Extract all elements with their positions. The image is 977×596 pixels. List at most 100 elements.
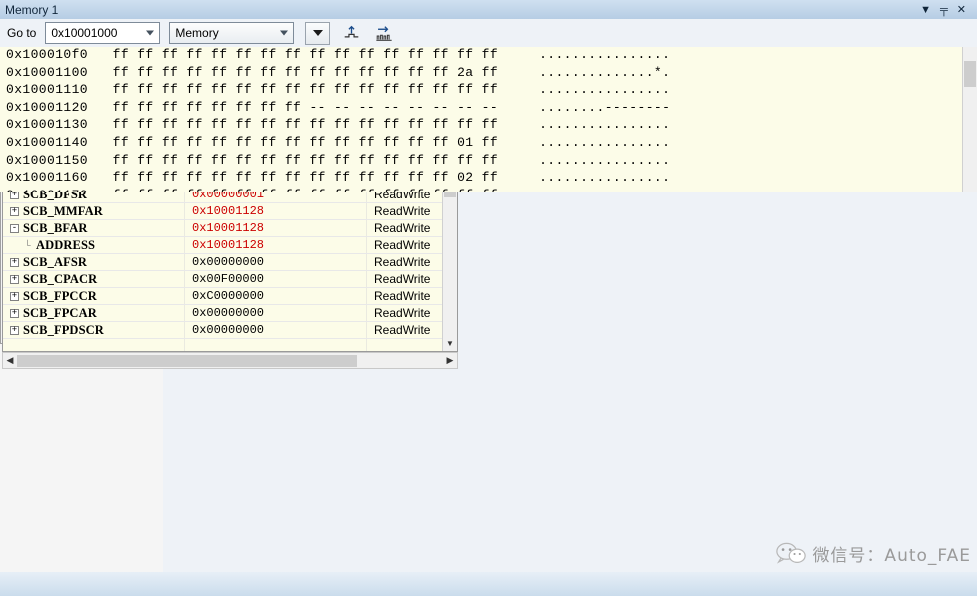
memory-type-combo[interactable]: Memory [169,22,294,44]
chevron-down-icon [280,31,288,36]
register-row[interactable]: -SCB_BFAR 0x10001128 ReadWrite [3,220,457,237]
expand-icon[interactable]: + [10,207,19,216]
memory-fill-button[interactable] [371,22,396,45]
register-value-cell[interactable]: 0x00000000 [185,322,367,338]
register-name: ADDRESS [36,238,95,253]
register-value: 0xC0000000 [192,289,264,303]
memory-panel-title: Memory 1 [5,3,58,17]
register-value-cell[interactable]: 0x10001128 [185,203,367,219]
register-value-cell[interactable]: 0x00F00000 [185,271,367,287]
register-name-cell[interactable]: + SCB_AFSR [3,254,185,270]
register-value: 0x10001128 [192,221,264,235]
hscrollbar-thumb[interactable] [17,355,357,367]
register-value: 0x00F00000 [192,272,264,286]
ide-window: Release Files -APP - Release✔-APP+BCM+Co… [0,0,977,596]
memory-dropdown-button[interactable] [305,22,330,45]
collapse-icon[interactable]: - [10,224,19,233]
memory-row[interactable]: 0x10001170 ff ff ff ff ff ff ff ff ff ff… [0,188,977,192]
register-access: ReadWrite [374,221,430,235]
register-name: SCB_FPDSCR [23,323,104,338]
status-bar [0,572,977,596]
register-row[interactable]: + SCB_FPCAR 0x00000000 ReadWrite [3,305,457,322]
register-name-cell[interactable]: + SCB_FPDSCR [3,322,185,338]
register-name: SCB_MMFAR [23,204,103,219]
code-editor-panel: main() f() 12345678910111213141516171819… [0,344,163,596]
memory-row[interactable]: 0x10001130 ff ff ff ff ff ff ff ff ff ff… [0,117,977,135]
register-value-cell [185,339,367,352]
register-name-cell[interactable]: └ ADDRESS [3,237,185,253]
register-access-cell: ReadWrite [367,288,444,304]
expand-icon[interactable]: + [10,275,19,284]
register-row[interactable]: └ ADDRESS 0x10001128ReadWrite [3,237,457,254]
memory-row[interactable]: 0x10001120 ff ff ff ff ff ff ff ff -- --… [0,100,977,118]
register-name-cell[interactable]: -SCB_BFAR [3,220,185,236]
scrollbar-thumb[interactable] [964,61,976,87]
watermark-text: 微信号：Auto_FAE [812,541,971,566]
register-access-cell: ReadWrite [367,220,444,236]
register-value-cell[interactable]: 0x00000000 [185,254,367,270]
memory-marker-button[interactable] [339,22,364,45]
memory-address-combo[interactable]: 0x10001000 [45,22,160,44]
register-name-cell[interactable]: +SCB_FPCCR [3,288,185,304]
scroll-left-icon[interactable]: ◀ [3,355,17,366]
memory-row[interactable]: 0x10001100 ff ff ff ff ff ff ff ff ff ff… [0,65,977,83]
scroll-down-icon[interactable]: ▼ [443,336,457,351]
fill-memory-icon [375,25,393,42]
expand-icon[interactable]: + [10,292,19,301]
memory-type-value: Memory [175,26,218,40]
register-access-cell: ReadWrite [367,254,444,270]
chevron-down-icon [146,31,154,36]
close-icon[interactable]: ✕ [957,3,966,16]
panel-menu-icon[interactable]: ▼ [920,4,931,16]
memory-title-bar: Memory 1 ▼ ╤ ✕ [0,0,977,19]
register-access-cell: ReadWrite [367,203,444,219]
memory-toolbar: Go to 0x10001000 Memory [0,19,977,47]
memory-row[interactable]: 0x10001150 ff ff ff ff ff ff ff ff ff ff… [0,153,977,171]
tree-leaf-icon: └ [23,241,32,250]
expand-icon[interactable]: + [10,258,19,267]
register-value-cell[interactable]: 0x00000000 [185,305,367,321]
register-name-cell [3,339,185,352]
memory-row[interactable]: 0x10001160 ff ff ff ff ff ff ff ff ff ff… [0,170,977,188]
memory-row[interactable]: 0x100010f0 ff ff ff ff ff ff ff ff ff ff… [0,47,977,65]
dropdown-arrow-icon [313,30,323,36]
memory-row[interactable]: 0x10001110 ff ff ff ff ff ff ff ff ff ff… [0,82,977,100]
register-value: 0x10001128 [192,204,264,218]
register-row[interactable]: + SCB_MMFAR 0x10001128 ReadWrite [3,203,457,220]
register-row[interactable]: +SCB_FPCCR 0xC0000000 ReadWrite [3,288,457,305]
register-value: 0x00000000 [192,323,264,337]
set-marker-icon [343,25,360,42]
goto-label: Go to [7,26,36,40]
wechat-icon [776,542,806,566]
register-access: ReadWrite [374,306,430,320]
register-name: SCB_FPCAR [23,306,97,321]
register-row[interactable]: +SCB_CPACR 0x00F00000 ReadWrite [3,271,457,288]
expand-icon[interactable]: + [10,309,19,318]
register-access-cell: ReadWrite [367,305,444,321]
register-access-cell: ReadWrite [367,237,444,253]
register-access: ReadWrite [374,289,430,303]
register-access: ReadWrite [374,272,430,286]
register-row[interactable]: + SCB_AFSR 0x00000000 ReadWrite [3,254,457,271]
register-access: ReadWrite [374,204,430,218]
register-name-cell[interactable]: + SCB_FPCAR [3,305,185,321]
register-value-cell[interactable]: 0x10001128 [185,220,367,236]
register-row[interactable]: +SCB_FPDSCR0x00000000ReadWrite [3,322,457,339]
register-hscrollbar[interactable]: ◀ ▶ [2,352,458,369]
watermark: 微信号：Auto_FAE [776,541,971,566]
register-value-cell[interactable]: 0x10001128 [185,237,367,253]
pin-icon[interactable]: ╤ [940,4,948,16]
expand-icon[interactable]: + [10,326,19,335]
scroll-right-icon[interactable]: ▶ [443,355,457,366]
register-row-empty [3,339,457,352]
register-name: SCB_AFSR [23,255,87,270]
memory-hex-view[interactable]: 0x100010f0 ff ff ff ff ff ff ff ff ff ff… [0,47,977,192]
register-name-cell[interactable]: + SCB_MMFAR [3,203,185,219]
register-access: ReadWrite [374,255,430,269]
register-value-cell[interactable]: 0xC0000000 [185,288,367,304]
memory-address-value: 0x10001000 [51,26,117,40]
memory-vscrollbar[interactable] [962,47,977,192]
memory-row[interactable]: 0x10001140 ff ff ff ff ff ff ff ff ff ff… [0,135,977,153]
register-name-cell[interactable]: +SCB_CPACR [3,271,185,287]
register-value: 0x00000000 [192,306,264,320]
